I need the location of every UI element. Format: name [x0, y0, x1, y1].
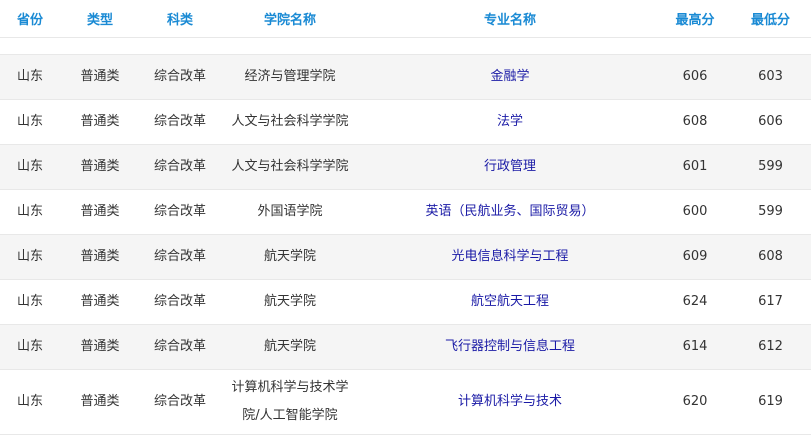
major-cell: 光电信息科学与工程: [360, 234, 660, 280]
header-major: 专业名称: [360, 0, 660, 38]
score-table: 省份 类型 科类 学院名称 专业名称 最高分 最低分 山东 普通类 综合改革 经…: [0, 0, 811, 435]
major-link[interactable]: 航空航天工程: [471, 294, 549, 309]
college-cell: 计算机科学与技术学 院/人工智能学院: [220, 369, 360, 435]
type-cell: 普通类: [60, 234, 140, 280]
major-cell: 行政管理: [360, 144, 660, 190]
type-cell: 普通类: [60, 144, 140, 190]
header-min-score: 最低分: [730, 0, 811, 38]
major-link[interactable]: 法学: [497, 114, 523, 129]
max-score-cell: 608: [660, 99, 730, 145]
max-score-cell: 614: [660, 324, 730, 370]
major-link[interactable]: 光电信息科学与工程: [451, 249, 568, 264]
major-link[interactable]: 英语（民航业务、国际贸易）: [425, 204, 594, 219]
major-cell: 英语（民航业务、国际贸易）: [360, 189, 660, 235]
min-score-cell: 603: [730, 54, 811, 100]
table-row: 山东 普通类 综合改革 经济与管理学院 金融学 606 603: [0, 54, 811, 100]
college-cell: 航天学院: [220, 279, 360, 325]
major-cell: 法学: [360, 99, 660, 145]
college-cell: 航天学院: [220, 234, 360, 280]
min-score-cell: 619: [730, 369, 811, 435]
max-score-cell: 620: [660, 369, 730, 435]
college-line: 院/人工智能学院: [242, 408, 338, 423]
college-cell: 人文与社会科学学院: [220, 99, 360, 145]
category-cell: 综合改革: [140, 279, 220, 325]
college-cell: 航天学院: [220, 324, 360, 370]
table-header-row: 省份 类型 科类 学院名称 专业名称 最高分 最低分: [0, 0, 811, 38]
major-cell: 飞行器控制与信息工程: [360, 324, 660, 370]
province-cell: 山东: [0, 234, 60, 280]
category-cell: 综合改革: [140, 324, 220, 370]
table-row: 山东 普通类 综合改革 航天学院 光电信息科学与工程 609 608: [0, 234, 811, 280]
major-link[interactable]: 金融学: [490, 69, 529, 84]
table-row: 山东 普通类 综合改革 航天学院 飞行器控制与信息工程 614 612: [0, 324, 811, 370]
min-score-cell: 617: [730, 279, 811, 325]
header-max-score: 最高分: [660, 0, 730, 38]
province-cell: 山东: [0, 189, 60, 235]
major-cell: 航空航天工程: [360, 279, 660, 325]
table-row: 山东 普通类 综合改革 人文与社会科学学院 行政管理 601 599: [0, 144, 811, 190]
table-row: 山东 普通类 综合改革 计算机科学与技术学 院/人工智能学院 计算机科学与技术 …: [0, 369, 811, 435]
category-cell: 综合改革: [140, 369, 220, 435]
category-cell: 综合改革: [140, 99, 220, 145]
table-row: 山东 普通类 综合改革 航天学院 航空航天工程 624 617: [0, 279, 811, 325]
max-score-cell: 600: [660, 189, 730, 235]
header-category: 科类: [140, 0, 220, 38]
spacer-row: [0, 37, 811, 55]
major-link[interactable]: 计算机科学与技术: [458, 394, 562, 409]
province-cell: 山东: [0, 99, 60, 145]
header-type: 类型: [60, 0, 140, 38]
category-cell: 综合改革: [140, 144, 220, 190]
max-score-cell: 624: [660, 279, 730, 325]
province-cell: 山东: [0, 324, 60, 370]
min-score-cell: 599: [730, 189, 811, 235]
category-cell: 综合改革: [140, 54, 220, 100]
college-cell: 经济与管理学院: [220, 54, 360, 100]
header-college: 学院名称: [220, 0, 360, 38]
major-cell: 金融学: [360, 54, 660, 100]
max-score-cell: 606: [660, 54, 730, 100]
max-score-cell: 609: [660, 234, 730, 280]
type-cell: 普通类: [60, 324, 140, 370]
min-score-cell: 606: [730, 99, 811, 145]
major-link[interactable]: 行政管理: [484, 159, 536, 174]
type-cell: 普通类: [60, 369, 140, 435]
type-cell: 普通类: [60, 279, 140, 325]
category-cell: 综合改革: [140, 189, 220, 235]
header-province: 省份: [0, 0, 60, 38]
college-cell: 外国语学院: [220, 189, 360, 235]
category-cell: 综合改革: [140, 234, 220, 280]
major-cell: 计算机科学与技术: [360, 369, 660, 435]
province-cell: 山东: [0, 54, 60, 100]
type-cell: 普通类: [60, 189, 140, 235]
type-cell: 普通类: [60, 54, 140, 100]
min-score-cell: 599: [730, 144, 811, 190]
table-row: 山东 普通类 综合改革 外国语学院 英语（民航业务、国际贸易） 600 599: [0, 189, 811, 235]
major-link[interactable]: 飞行器控制与信息工程: [445, 339, 575, 354]
min-score-cell: 612: [730, 324, 811, 370]
type-cell: 普通类: [60, 99, 140, 145]
province-cell: 山东: [0, 144, 60, 190]
college-cell: 人文与社会科学学院: [220, 144, 360, 190]
province-cell: 山东: [0, 369, 60, 435]
max-score-cell: 601: [660, 144, 730, 190]
min-score-cell: 608: [730, 234, 811, 280]
province-cell: 山东: [0, 279, 60, 325]
college-line: 计算机科学与技术学: [231, 380, 349, 395]
table-row: 山东 普通类 综合改革 人文与社会科学学院 法学 608 606: [0, 99, 811, 145]
